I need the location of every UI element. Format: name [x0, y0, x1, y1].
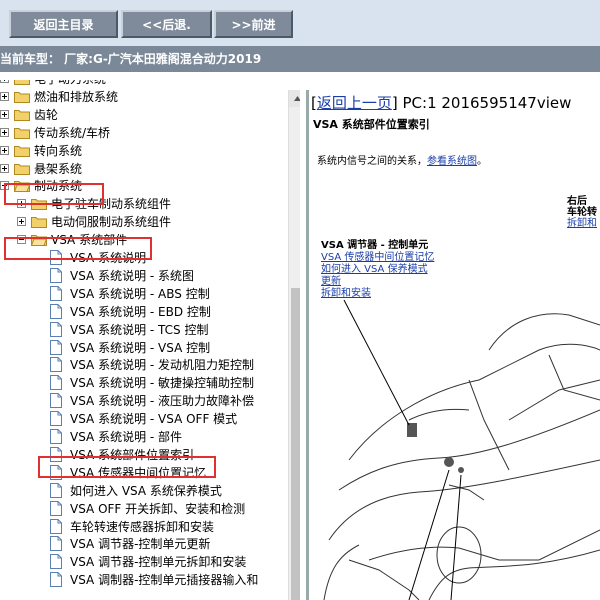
- tree-item-label: VSA 系统说明 - VSA 控制: [70, 340, 211, 355]
- document-icon: [50, 482, 62, 498]
- tree-item-label: 悬架系统: [34, 161, 83, 176]
- highlight-vsa-parts: [4, 237, 152, 260]
- tree-item-label: 齿轮: [34, 107, 59, 122]
- home-button[interactable]: 返回主目录: [9, 10, 118, 38]
- tree-folder-item[interactable]: 电动伺服制动系统组件: [0, 213, 288, 231]
- document-icon: [50, 554, 62, 570]
- tree-item-label: 车轮转速传感器拆卸和安装: [70, 519, 215, 534]
- document-icon: [50, 411, 62, 427]
- expand-icon[interactable]: [0, 127, 9, 137]
- vehicle-bar: 当前车型： 厂家:G-广汽本田雅阁混合动力2019: [0, 46, 600, 72]
- tree-doc-item[interactable]: VSA 系统说明 - VSA OFF 模式: [0, 410, 288, 428]
- tree-item-label: 电动伺服制动系统组件: [51, 215, 172, 230]
- tree-folder-item[interactable]: 转向系统: [0, 142, 288, 160]
- tree-item-label: VSA 调制器-控制单元插接器输入和: [70, 573, 259, 588]
- highlight-location-index: [38, 456, 216, 478]
- scroll-thumb[interactable]: [291, 288, 300, 600]
- expand-icon[interactable]: [0, 109, 9, 119]
- tree-item-label: VSA 系统说明 - 部件: [70, 430, 183, 444]
- tree-item-label: VSA 系统说明 - 发动机阻力矩控制: [70, 358, 255, 373]
- expand-icon[interactable]: [0, 91, 9, 101]
- document-icon: [50, 375, 62, 391]
- forward-button[interactable]: >>前进: [214, 10, 293, 38]
- folder-icon: [14, 109, 30, 121]
- document-icon: [50, 267, 62, 283]
- folder-icon: [14, 127, 30, 139]
- tree-doc-item[interactable]: VSA 调制器-控制单元插接器输入和: [0, 571, 288, 589]
- tree-item-label: 电子动力系统: [34, 80, 106, 88]
- tree-item-label: 如何进入 VSA 系统保养模式: [70, 483, 222, 498]
- tree-item-label: VSA 系统说明 - EBD 控制: [70, 304, 211, 319]
- scroll-up-button[interactable]: [289, 90, 300, 107]
- tree-item-label: VSA 系统说明 - VSA OFF 模式: [70, 412, 238, 427]
- back-button[interactable]: <<后退.: [121, 10, 212, 38]
- tree-item-label: 转向系统: [34, 143, 83, 158]
- tree-doc-item[interactable]: VSA 系统说明 - 发动机阻力矩控制: [0, 356, 288, 374]
- expand-icon[interactable]: [0, 80, 9, 83]
- content-panel: [返回上一页] PC:1 2016595147view VSA 系统部件位置索引…: [309, 90, 600, 600]
- tree-item-label: VSA 调节器-控制单元更新: [70, 537, 211, 552]
- tree-item-label: VSA OFF 开关拆卸、安装和检测: [70, 501, 246, 516]
- folder-icon: [14, 91, 30, 103]
- folder-icon: [31, 217, 47, 229]
- tree-doc-item[interactable]: VSA 系统说明 - 系统图: [0, 267, 288, 285]
- document-icon: [50, 429, 62, 444]
- document-icon: [50, 285, 62, 301]
- tree-item-label: VSA 系统说明 - 敏捷操控辅助控制: [70, 376, 255, 391]
- expand-icon[interactable]: [0, 163, 9, 173]
- tree-panel: 电子动力系统燃油和排放系统齿轮传动系统/车桥转向系统悬架系统制动系统电子驻车制动…: [0, 80, 300, 600]
- tree-doc-item[interactable]: VSA 调节器-控制单元拆卸和安装: [0, 553, 288, 571]
- tree-doc-item[interactable]: 如何进入 VSA 系统保养模式: [0, 482, 288, 500]
- document-icon: [50, 572, 62, 588]
- tree-doc-item[interactable]: 车轮转速传感器拆卸和安装: [0, 518, 288, 536]
- tree-doc-item[interactable]: VSA 系统说明 - 敏捷操控辅助控制: [0, 374, 288, 392]
- tree-folder-item[interactable]: 悬架系统: [0, 160, 288, 178]
- tree-doc-item[interactable]: VSA 系统说明 - EBD 控制: [0, 303, 288, 321]
- tree-item-label: 燃油和排放系统: [34, 89, 119, 104]
- document-icon: [50, 303, 62, 319]
- tree-doc-item[interactable]: VSA OFF 开关拆卸、安装和检测: [0, 500, 288, 518]
- expand-icon[interactable]: [0, 145, 9, 155]
- arrow-up-icon: [294, 96, 300, 101]
- highlight-brake: [4, 183, 104, 205]
- tree-doc-item[interactable]: VSA 系统说明 - VSA 控制: [0, 339, 288, 357]
- tree-doc-item[interactable]: VSA 系统说明 - 液压助力故障补偿: [0, 392, 288, 410]
- document-icon: [50, 518, 62, 534]
- tree-doc-item[interactable]: VSA 调节器-控制单元更新: [0, 535, 288, 553]
- document-icon: [50, 321, 62, 337]
- tree-doc-item[interactable]: VSA 系统说明 - ABS 控制: [0, 285, 288, 303]
- document-icon: [50, 536, 62, 552]
- tree-folder-item[interactable]: 电子动力系统: [0, 80, 288, 88]
- tree-item-label: VSA 系统说明 - ABS 控制: [70, 286, 210, 301]
- document-icon: [50, 339, 62, 355]
- tree-item-label: VSA 调节器-控制单元拆卸和安装: [70, 555, 247, 570]
- tree-item-label: VSA 系统说明 - 系统图: [70, 268, 195, 283]
- toolbar: 返回主目录 <<后退. >>前进: [0, 0, 600, 46]
- tree-doc-item[interactable]: VSA 系统说明 - 部件: [0, 428, 288, 446]
- folder-icon: [14, 80, 30, 85]
- tree-folder-item[interactable]: 燃油和排放系统: [0, 88, 288, 106]
- tree-scrollbar[interactable]: [288, 90, 300, 600]
- document-icon: [50, 500, 62, 516]
- tree-item-label: VSA 系统说明 - TCS 控制: [70, 322, 209, 337]
- folder-icon: [14, 163, 30, 175]
- tree-item-label: 传动系统/车桥: [34, 125, 111, 140]
- document-icon: [50, 357, 62, 373]
- tree-item-label: VSA 系统说明 - 液压助力故障补偿: [70, 394, 255, 409]
- tree-doc-item[interactable]: VSA 系统说明 - TCS 控制: [0, 321, 288, 339]
- tree-folder-item[interactable]: 传动系统/车桥: [0, 124, 288, 142]
- car-illustration: [323, 299, 600, 600]
- expand-icon[interactable]: [17, 217, 26, 227]
- folder-icon: [14, 145, 30, 157]
- document-icon: [50, 393, 62, 409]
- tree-folder-item[interactable]: 齿轮: [0, 106, 288, 124]
